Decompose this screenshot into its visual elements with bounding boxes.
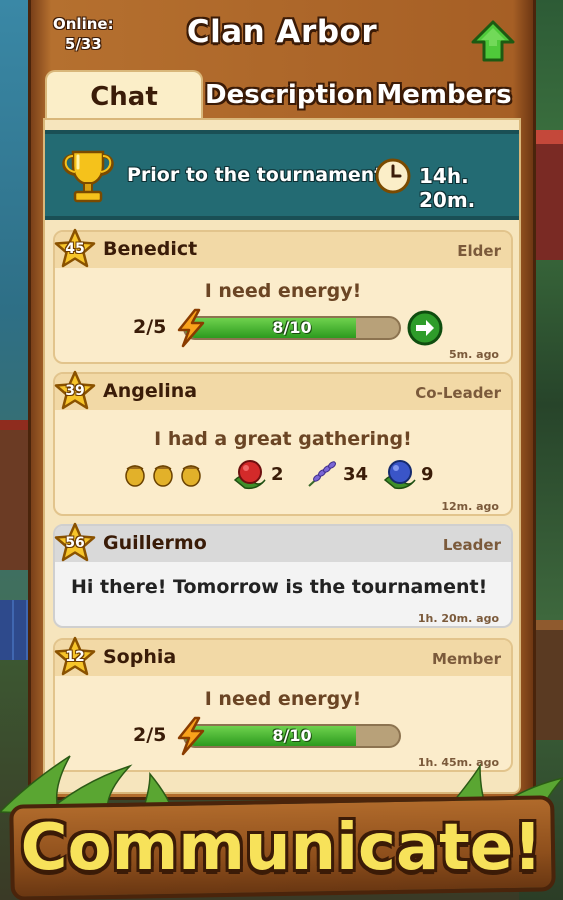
player-level: 12 [65, 649, 85, 665]
blueberry-icon [383, 460, 416, 490]
energy-request: 2/5 8/10 [55, 716, 511, 756]
message-text: I need energy! [204, 688, 362, 710]
gathered-items: 2 34 9 [55, 456, 511, 492]
clan-header: Online: 5/33 Clan Arbor [31, 0, 533, 70]
player-role: Member [431, 650, 501, 668]
player-role: Elder [457, 242, 501, 260]
message-time: 1h. 20m. ago [417, 612, 499, 625]
chat-message: 39 Angelina Co-Leader I had a great gath… [53, 370, 513, 516]
gathered-item: 34 [305, 456, 368, 492]
item-count: 9 [421, 463, 434, 485]
item-count: 2 [271, 463, 284, 485]
player-role: Leader [442, 536, 501, 554]
message-time: 5m. ago [449, 348, 499, 361]
lightning-icon [177, 308, 205, 348]
raspberry-icon [233, 460, 266, 490]
energy-progress-bar: 8/10 [183, 724, 401, 748]
chat-content[interactable]: Prior to the tournament: 14h. 20m. 45 Be… [43, 118, 521, 794]
player-name[interactable]: Angelina [103, 380, 197, 402]
tab-chat[interactable]: Chat [45, 70, 203, 120]
message-time: 12m. ago [441, 500, 499, 513]
player-name[interactable]: Sophia [103, 646, 176, 668]
gathered-item: 9 [383, 456, 434, 492]
tournament-countdown: 14h. 20m. [419, 164, 476, 212]
message-text: I had a great gathering! [154, 428, 412, 450]
trophy-icon [62, 150, 114, 203]
acorns-icon [125, 465, 201, 487]
chat-message: 45 Benedict Elder I need energy! 2/5 8/1… [53, 228, 513, 364]
tournament-banner: Prior to the tournament: 14h. 20m. [45, 130, 519, 220]
chat-message: 56 Guillermo Leader Hi there! Tomorrow i… [53, 522, 513, 628]
clan-panel: Online: 5/33 Clan Arbor Chat Description… [28, 0, 536, 800]
arrow-up-icon[interactable] [471, 20, 515, 62]
player-role: Co-Leader [415, 384, 501, 402]
tab-members[interactable]: Members [367, 70, 521, 120]
player-level: 45 [65, 241, 85, 257]
item-count: 34 [343, 463, 369, 485]
player-name[interactable]: Guillermo [103, 532, 207, 554]
tab-description[interactable]: Description [205, 70, 373, 120]
gathered-item [121, 456, 209, 492]
player-name[interactable]: Benedict [103, 238, 197, 260]
tournament-label: Prior to the tournament: [127, 164, 391, 186]
energy-count: 2/5 [133, 316, 167, 338]
player-level: 56 [65, 535, 85, 551]
message-text: Hi there! Tomorrow is the tournament! [71, 576, 488, 598]
clan-name: Clan Arbor [186, 14, 378, 50]
clock-icon [375, 158, 411, 194]
player-level: 39 [65, 383, 85, 399]
energy-progress-label: 8/10 [272, 726, 312, 745]
energy-progress-label: 8/10 [272, 318, 312, 337]
message-text: I need energy! [204, 280, 362, 302]
energy-progress-bar: 8/10 [183, 316, 401, 340]
lightning-icon [177, 716, 205, 756]
energy-request: 2/5 8/10 [55, 308, 511, 348]
energy-count: 2/5 [133, 724, 167, 746]
send-energy-button[interactable] [407, 310, 443, 346]
footer-banner-text: Communicate! [20, 811, 543, 885]
lavender-icon [308, 461, 336, 487]
gathered-item: 2 [233, 456, 284, 492]
